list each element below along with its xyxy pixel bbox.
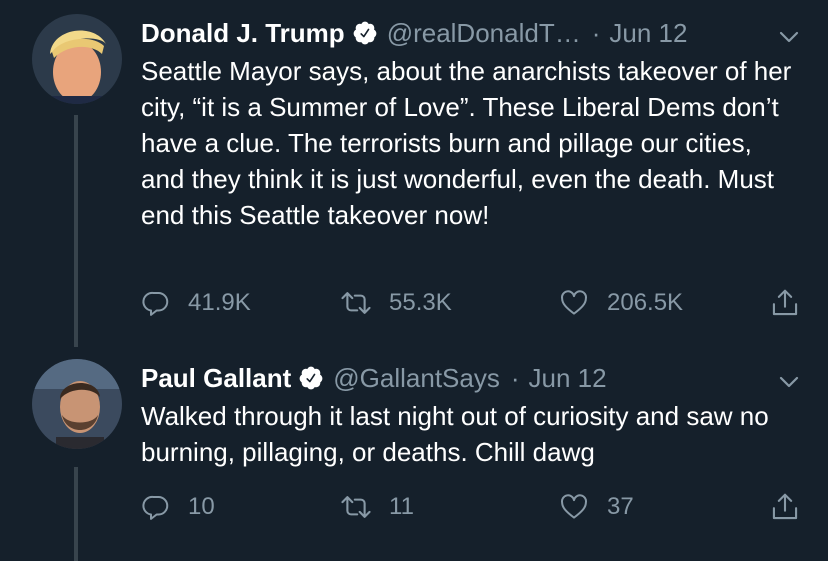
author-handle[interactable]: @realDonaldT… xyxy=(387,16,581,50)
tweet[interactable]: Paul Gallant @GallantSays · Jun 12 Walke… xyxy=(0,345,828,561)
author-name[interactable]: Paul Gallant xyxy=(141,361,291,395)
retweet-count: 55.3K xyxy=(389,289,452,316)
like-count: 206.5K xyxy=(607,289,684,316)
thread-line xyxy=(74,115,78,347)
reply-button[interactable]: 10 xyxy=(141,487,215,527)
author-name[interactable]: Donald J. Trump xyxy=(141,16,345,50)
reply-count: 10 xyxy=(188,493,215,520)
share-icon xyxy=(770,491,800,523)
avatar-image xyxy=(32,14,122,104)
chevron-down-icon[interactable] xyxy=(778,367,800,389)
tweet-text: Walked through it last night out of curi… xyxy=(141,401,769,467)
tweet-header: Paul Gallant @GallantSays · Jun 12 xyxy=(141,361,800,395)
tweet-text: Seattle Mayor says, about the anarchists… xyxy=(141,56,792,230)
like-button[interactable]: 206.5K xyxy=(558,283,683,323)
thread-line xyxy=(74,467,78,561)
reply-button[interactable]: 41.9K xyxy=(141,283,251,323)
tweet-date[interactable]: Jun 12 xyxy=(609,16,687,50)
retweet-count: 11 xyxy=(389,493,414,520)
verified-icon xyxy=(298,365,324,391)
retweet-icon xyxy=(340,288,372,318)
tweet-actions: 10 11 37 xyxy=(141,487,800,527)
retweet-icon xyxy=(340,492,372,522)
reply-icon xyxy=(141,492,171,522)
tweet-date[interactable]: Jun 12 xyxy=(529,361,607,395)
avatar[interactable] xyxy=(32,14,122,104)
retweet-button[interactable]: 11 xyxy=(340,487,414,527)
separator: · xyxy=(591,18,601,48)
share-icon xyxy=(770,287,800,319)
retweet-button[interactable]: 55.3K xyxy=(340,283,452,323)
avatar-image xyxy=(32,359,122,449)
author-handle[interactable]: @GallantSays xyxy=(333,361,500,395)
reply-count: 41.9K xyxy=(188,289,251,316)
tweet[interactable]: Donald J. Trump @realDonaldT… · Jun 12 S… xyxy=(0,0,828,347)
like-button[interactable]: 37 xyxy=(558,487,634,527)
verified-icon xyxy=(352,20,378,46)
tweet-header: Donald J. Trump @realDonaldT… · Jun 12 xyxy=(141,16,800,50)
reply-icon xyxy=(141,288,171,318)
tweet-actions: 41.9K 55.3K 206.5K xyxy=(141,283,800,323)
like-icon xyxy=(558,492,590,522)
avatar[interactable] xyxy=(32,359,122,449)
share-button[interactable] xyxy=(770,283,800,323)
like-count: 37 xyxy=(607,493,634,520)
separator: · xyxy=(510,363,520,393)
chevron-down-icon[interactable] xyxy=(778,22,800,44)
share-button[interactable] xyxy=(770,487,800,527)
like-icon xyxy=(558,288,590,318)
